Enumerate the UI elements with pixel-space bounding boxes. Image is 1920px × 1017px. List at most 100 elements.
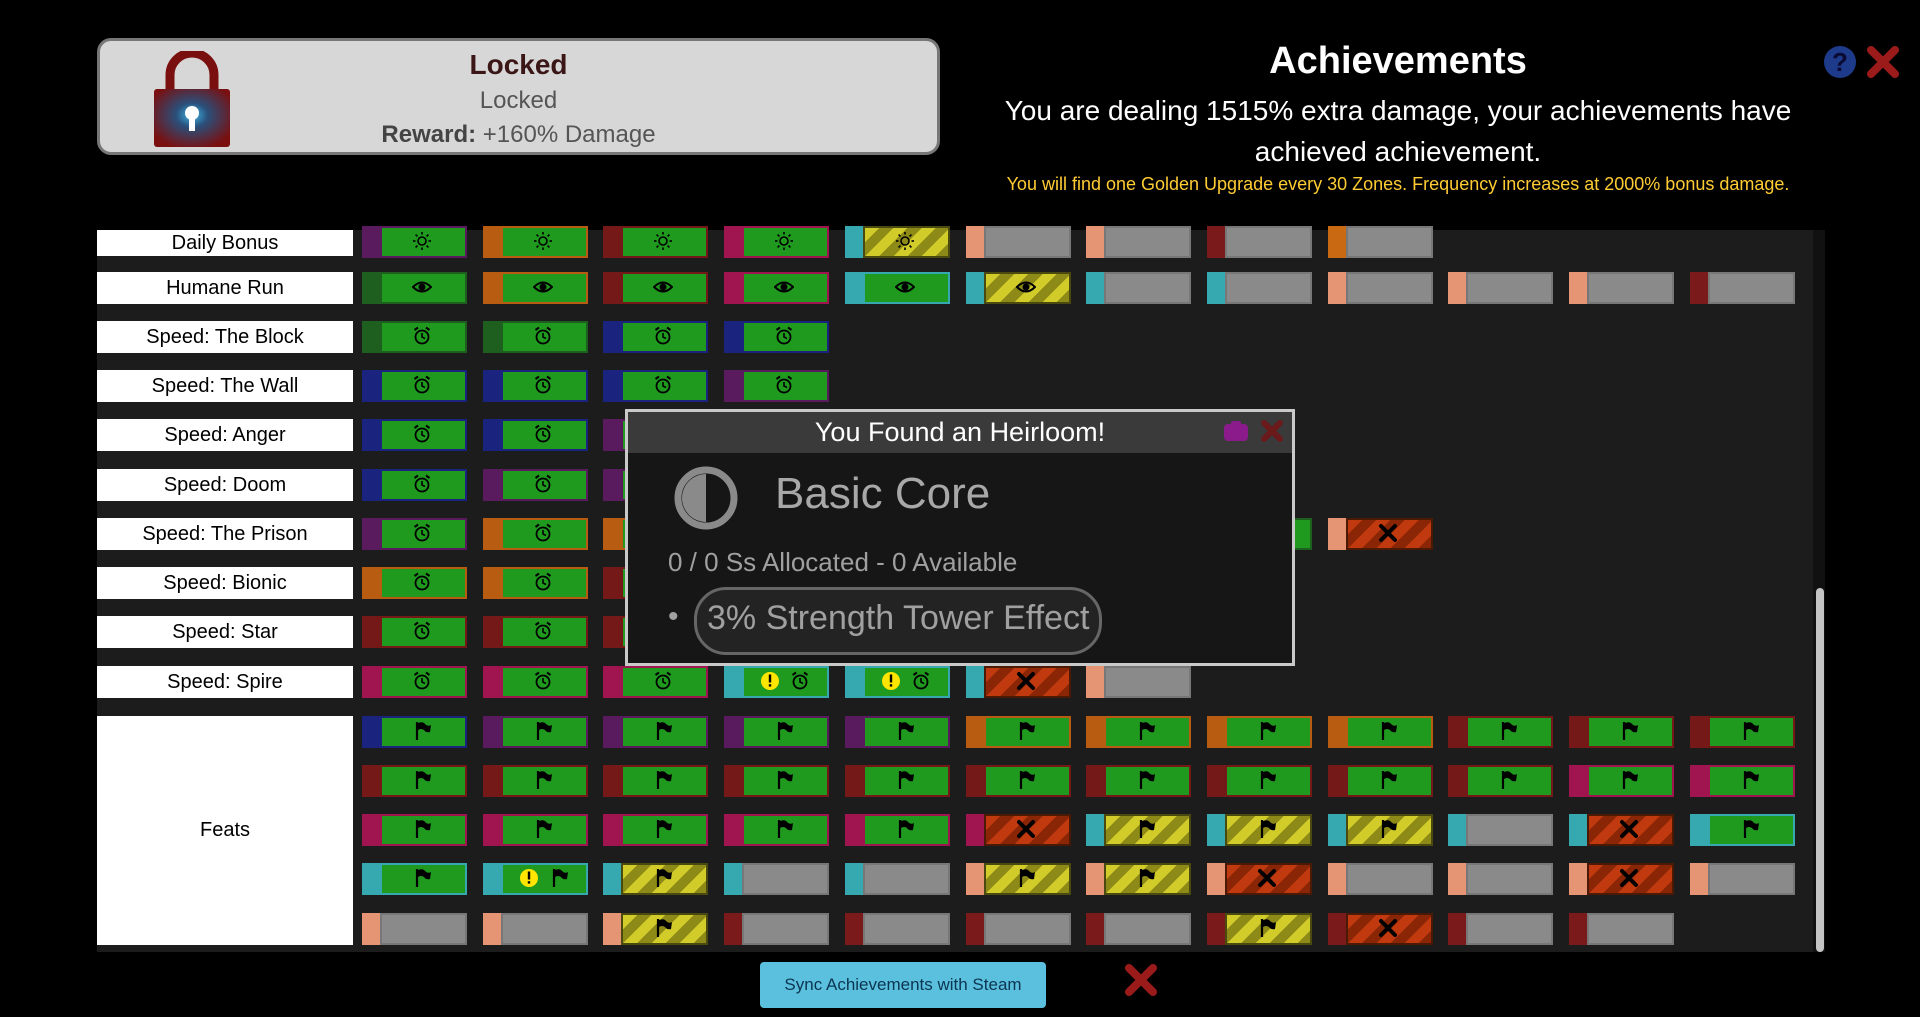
achievement-tile[interactable] xyxy=(482,518,588,550)
achievement-tile[interactable] xyxy=(482,913,588,945)
achievement-tile[interactable] xyxy=(603,765,709,797)
achievement-tile[interactable] xyxy=(603,716,709,748)
achievement-tile[interactable] xyxy=(1448,716,1554,748)
achievement-tile[interactable] xyxy=(482,616,588,648)
achievement-tile[interactable] xyxy=(844,814,950,846)
achievement-tile[interactable] xyxy=(1448,913,1554,945)
achievement-tile[interactable] xyxy=(1086,226,1192,258)
achievement-tile[interactable] xyxy=(844,272,950,304)
achievement-tile[interactable] xyxy=(1086,716,1192,748)
achievement-tile[interactable] xyxy=(362,567,467,599)
achievement-tile[interactable] xyxy=(1327,716,1433,748)
achievement-tile[interactable] xyxy=(724,913,830,945)
achievement-tile[interactable] xyxy=(1448,863,1554,895)
achievement-tile[interactable] xyxy=(1206,913,1312,945)
achievement-tile[interactable] xyxy=(362,765,467,797)
achievement-tile[interactable] xyxy=(603,863,709,895)
achievement-tile[interactable] xyxy=(965,913,1071,945)
achievement-tile[interactable] xyxy=(1086,666,1192,698)
achievement-tile[interactable] xyxy=(482,370,588,402)
achievement-tile[interactable] xyxy=(844,716,950,748)
achievement-tile[interactable] xyxy=(482,765,588,797)
achievement-tile[interactable] xyxy=(965,272,1071,304)
achievement-tile[interactable] xyxy=(1569,863,1674,895)
achievement-tile[interactable] xyxy=(1327,272,1433,304)
popup-close-icon[interactable] xyxy=(1260,418,1284,444)
achievement-tile[interactable] xyxy=(482,863,588,895)
achievement-tile[interactable] xyxy=(1327,765,1433,797)
sync-steam-button[interactable]: Sync Achievements with Steam xyxy=(760,962,1046,1008)
achievement-tile[interactable] xyxy=(724,863,830,895)
achievement-tile[interactable] xyxy=(362,321,467,353)
achievement-tile[interactable] xyxy=(603,321,709,353)
achievement-tile[interactable] xyxy=(603,226,709,258)
achievement-tile[interactable] xyxy=(1086,765,1192,797)
camera-icon[interactable] xyxy=(1222,419,1250,443)
achievement-tile[interactable] xyxy=(724,765,830,797)
achievement-tile[interactable] xyxy=(844,913,950,945)
achievement-tile[interactable] xyxy=(965,863,1071,895)
heirloom-modifier[interactable]: 3% Strength Tower Effect xyxy=(694,587,1103,655)
achievement-tile[interactable] xyxy=(1206,716,1312,748)
achievement-tile[interactable] xyxy=(1448,765,1554,797)
achievement-tile[interactable] xyxy=(1206,226,1312,258)
achievement-tile[interactable] xyxy=(1689,272,1795,304)
achievement-tile[interactable] xyxy=(1448,814,1554,846)
achievement-tile[interactable] xyxy=(1086,814,1192,846)
achievement-tile[interactable] xyxy=(362,419,467,451)
achievement-tile[interactable] xyxy=(1327,226,1433,258)
achievement-tile[interactable] xyxy=(1086,863,1192,895)
achievement-tile[interactable] xyxy=(965,814,1071,846)
achievement-tile[interactable] xyxy=(603,272,709,304)
achievement-tile[interactable] xyxy=(482,716,588,748)
achievement-tile[interactable] xyxy=(1689,863,1795,895)
achievement-tile[interactable] xyxy=(1689,716,1795,748)
achievement-tile[interactable] xyxy=(1327,863,1433,895)
achievement-tile[interactable] xyxy=(1569,272,1674,304)
achievement-tile[interactable] xyxy=(724,226,830,258)
achievement-tile[interactable] xyxy=(1206,814,1312,846)
achievement-tile[interactable] xyxy=(362,814,467,846)
achievement-tile[interactable] xyxy=(362,716,467,748)
achievement-tile[interactable] xyxy=(844,226,950,258)
achievement-tile[interactable] xyxy=(724,272,830,304)
achievement-tile[interactable] xyxy=(603,913,709,945)
achievement-tile[interactable] xyxy=(362,666,467,698)
achievement-tile[interactable] xyxy=(603,814,709,846)
achievement-tile[interactable] xyxy=(482,226,588,258)
achievement-tile[interactable] xyxy=(724,370,830,402)
achievement-tile[interactable] xyxy=(362,913,467,945)
achievement-tile[interactable] xyxy=(362,469,467,501)
achievement-tile[interactable] xyxy=(1569,765,1674,797)
scrollbar-thumb[interactable] xyxy=(1816,588,1824,952)
achievement-tile[interactable] xyxy=(482,469,588,501)
achievement-tile[interactable] xyxy=(844,863,950,895)
achievement-tile[interactable] xyxy=(362,226,467,258)
achievement-tile[interactable] xyxy=(844,666,950,698)
achievement-tile[interactable] xyxy=(724,814,830,846)
achievement-tile[interactable] xyxy=(603,370,709,402)
achievement-tile[interactable] xyxy=(1569,913,1674,945)
achievement-tile[interactable] xyxy=(482,666,588,698)
achievement-tile[interactable] xyxy=(1327,814,1433,846)
achievement-tile[interactable] xyxy=(965,666,1071,698)
achievement-tile[interactable] xyxy=(1206,272,1312,304)
help-icon[interactable]: ? xyxy=(1824,46,1856,78)
bottom-close-icon[interactable] xyxy=(1124,962,1158,998)
achievement-tile[interactable] xyxy=(482,321,588,353)
achievement-tile[interactable] xyxy=(482,814,588,846)
achievement-tile[interactable] xyxy=(965,226,1071,258)
achievement-tile[interactable] xyxy=(1448,272,1554,304)
achievement-tile[interactable] xyxy=(1689,765,1795,797)
achievement-tile[interactable] xyxy=(362,863,467,895)
achievement-tile[interactable] xyxy=(724,716,830,748)
achievement-tile[interactable] xyxy=(482,419,588,451)
achievement-tile[interactable] xyxy=(1086,272,1192,304)
achievement-tile[interactable] xyxy=(1327,518,1433,550)
achievement-tile[interactable] xyxy=(1206,765,1312,797)
achievement-tile[interactable] xyxy=(724,666,830,698)
achievement-tile[interactable] xyxy=(965,716,1071,748)
achievement-tile[interactable] xyxy=(724,321,830,353)
achievement-tile[interactable] xyxy=(1206,863,1312,895)
close-icon[interactable] xyxy=(1866,44,1900,80)
